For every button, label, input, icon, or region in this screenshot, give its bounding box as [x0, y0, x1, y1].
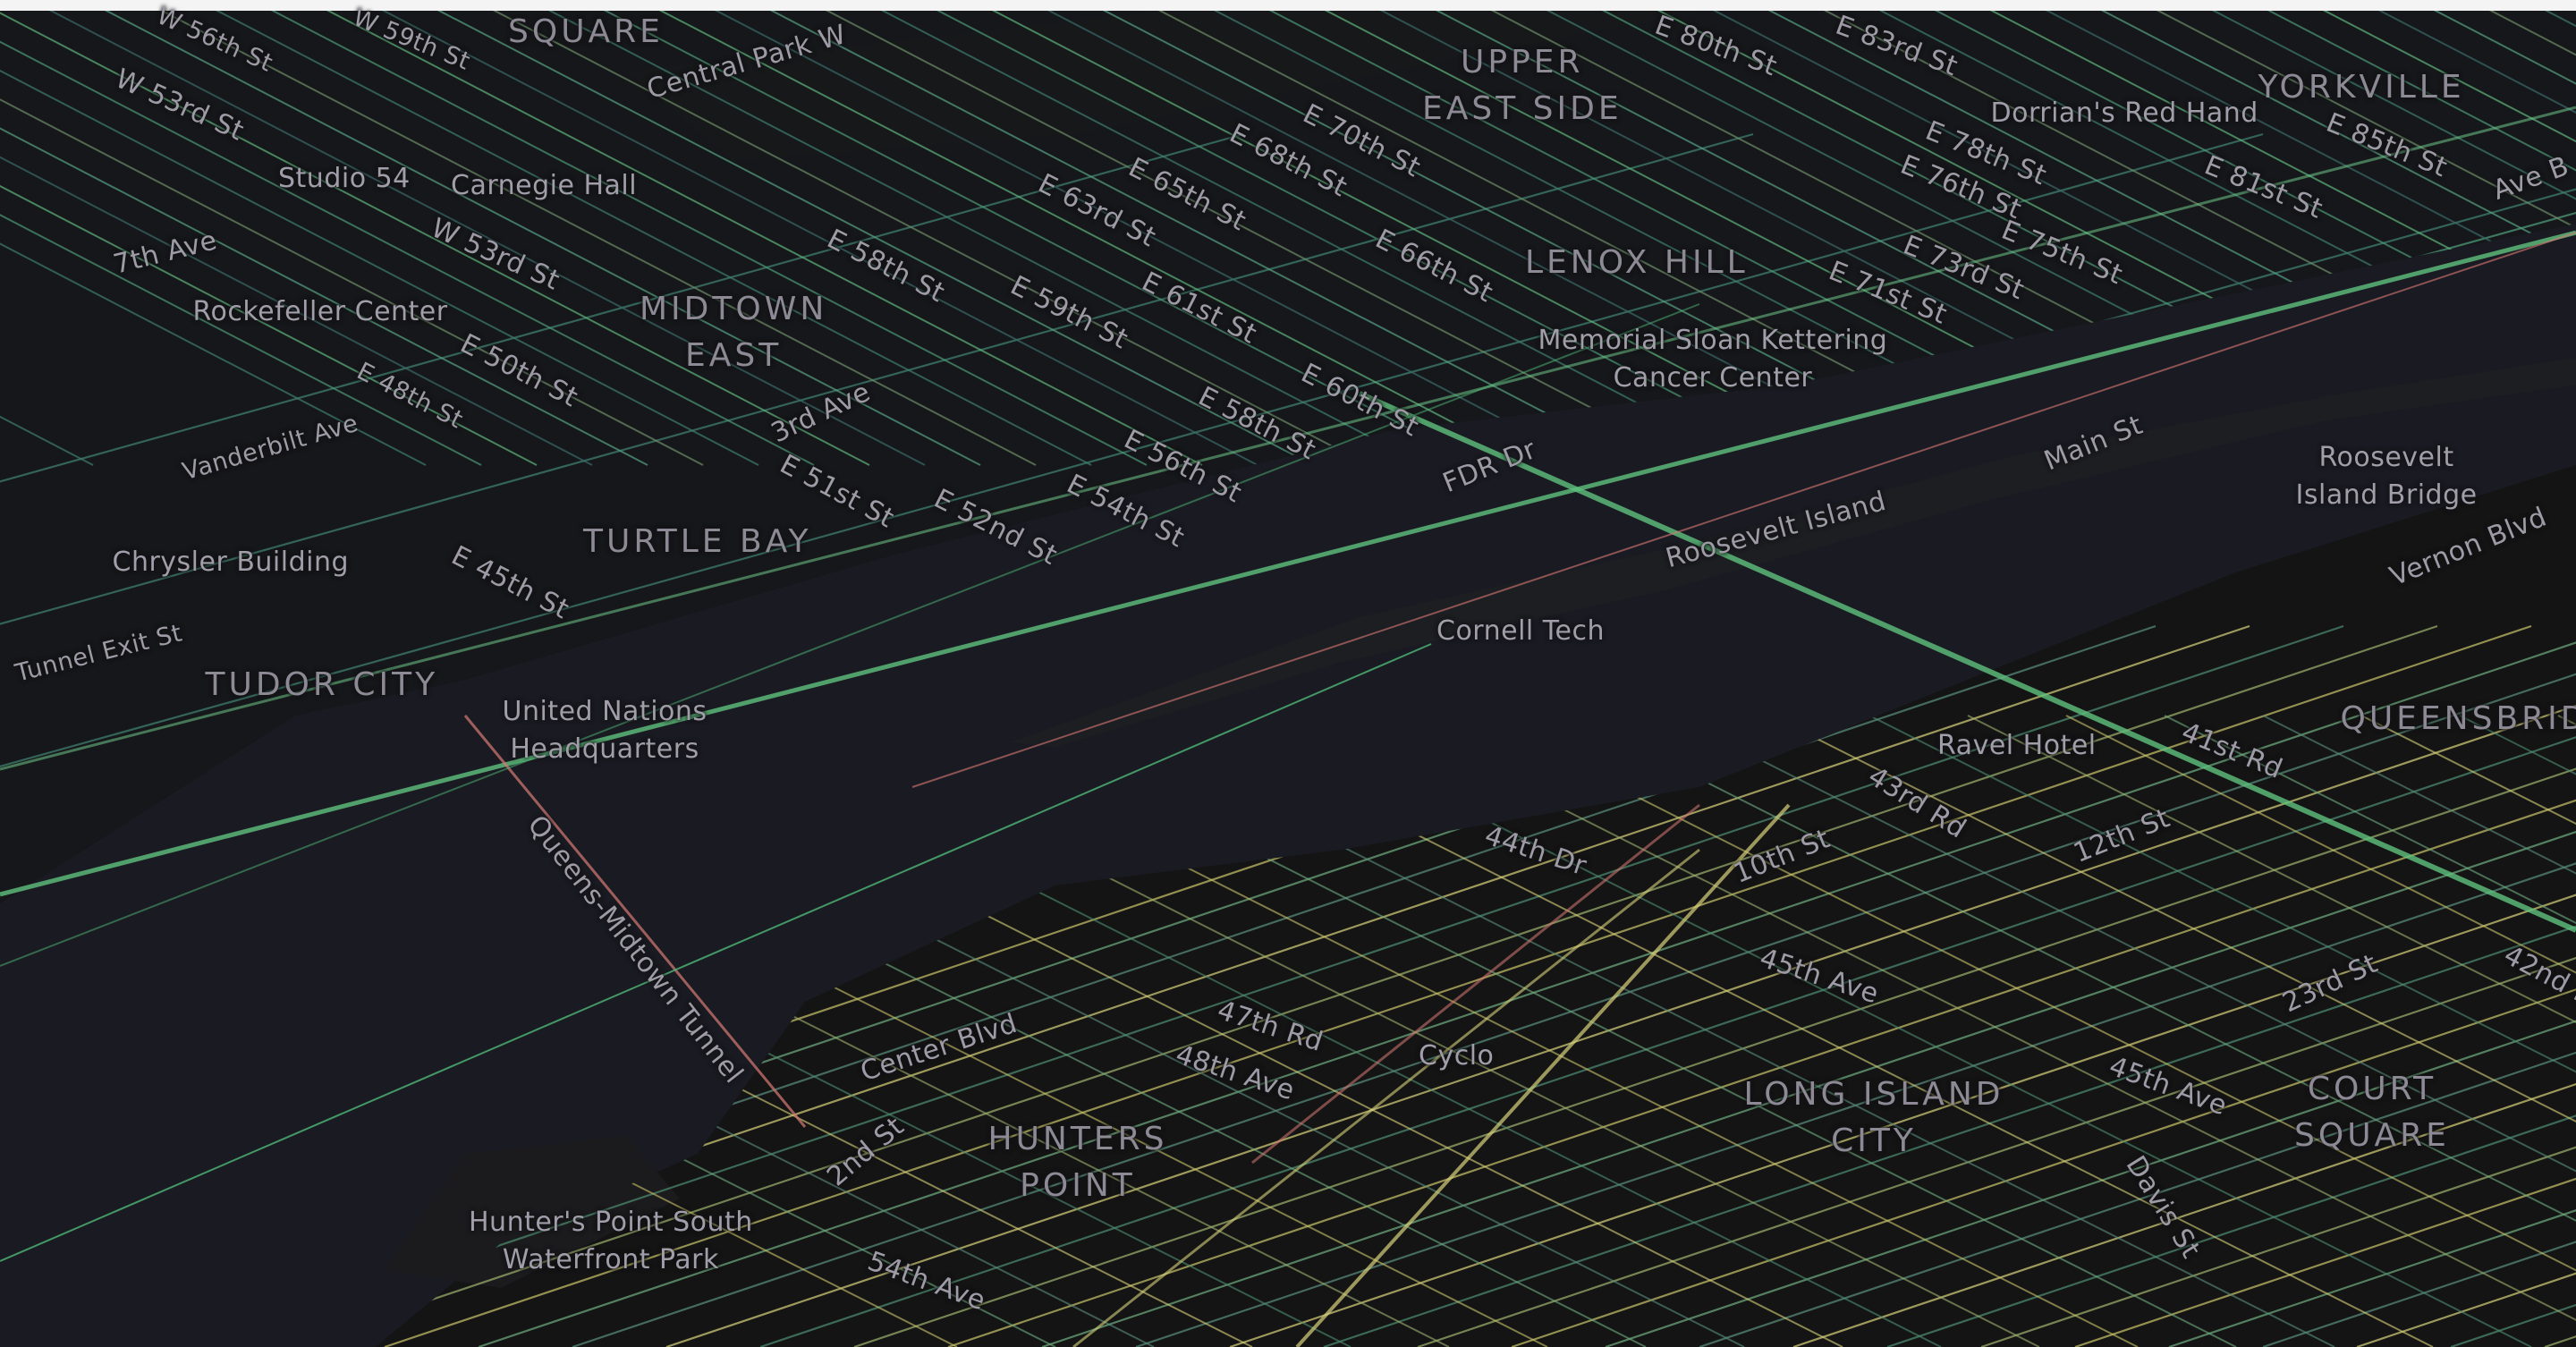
map-label-courtsquare[interactable]: COURT SQUARE — [2294, 1066, 2450, 1159]
map-label-dorrian[interactable]: Dorrian's Red Hand — [1991, 100, 2258, 127]
map-label-turtlebay[interactable]: TURTLE BAY — [583, 519, 812, 565]
map-label-chrysler[interactable]: Chrysler Building — [113, 549, 350, 576]
map-label-hunterspoint[interactable]: HUNTERS POINT — [988, 1116, 1168, 1209]
map-label-studio54[interactable]: Studio 54 — [278, 165, 411, 192]
map-label-tudor[interactable]: TUDOR CITY — [206, 662, 439, 708]
map-label-cyclo[interactable]: Cyclo — [1419, 1043, 1494, 1070]
map-label-ravel[interactable]: Ravel Hotel — [1937, 733, 2097, 759]
map-label-un[interactable]: United Nations Headquarters — [503, 693, 708, 769]
map-label-midtowneast[interactable]: MIDTOWN EAST — [640, 286, 827, 379]
map-label-uppereast[interactable]: UPPER EAST SIDE — [1422, 39, 1623, 132]
map-label-rockefeller[interactable]: Rockefeller Center — [193, 299, 448, 326]
map-label-yorkville[interactable]: YORKVILLE — [2258, 64, 2465, 111]
map-label-queensbridge[interactable]: QUEENSBRIDGE — [2341, 696, 2576, 742]
map-label-mskcc[interactable]: Memorial Sloan Kettering Cancer Center — [1538, 322, 1888, 398]
map-label-carnegie[interactable]: Carnegie Hall — [451, 173, 637, 199]
map-label-hpsouth[interactable]: Hunter's Point South Waterfront Park — [469, 1204, 753, 1280]
map-canvas[interactable]: W 56th St W 59th St SQUARE Central Park WW … — [0, 0, 2576, 1347]
map-label-square[interactable]: SQUARE — [508, 9, 664, 55]
map-label-lic[interactable]: LONG ISLAND CITY — [1744, 1072, 2004, 1165]
map-label-rooseveltbridge[interactable]: Roosevelt Island Bridge — [2296, 439, 2478, 515]
map-label-cornell[interactable]: Cornell Tech — [1436, 618, 1605, 645]
map-label-lenox[interactable]: LENOX HILL — [1525, 240, 1749, 286]
